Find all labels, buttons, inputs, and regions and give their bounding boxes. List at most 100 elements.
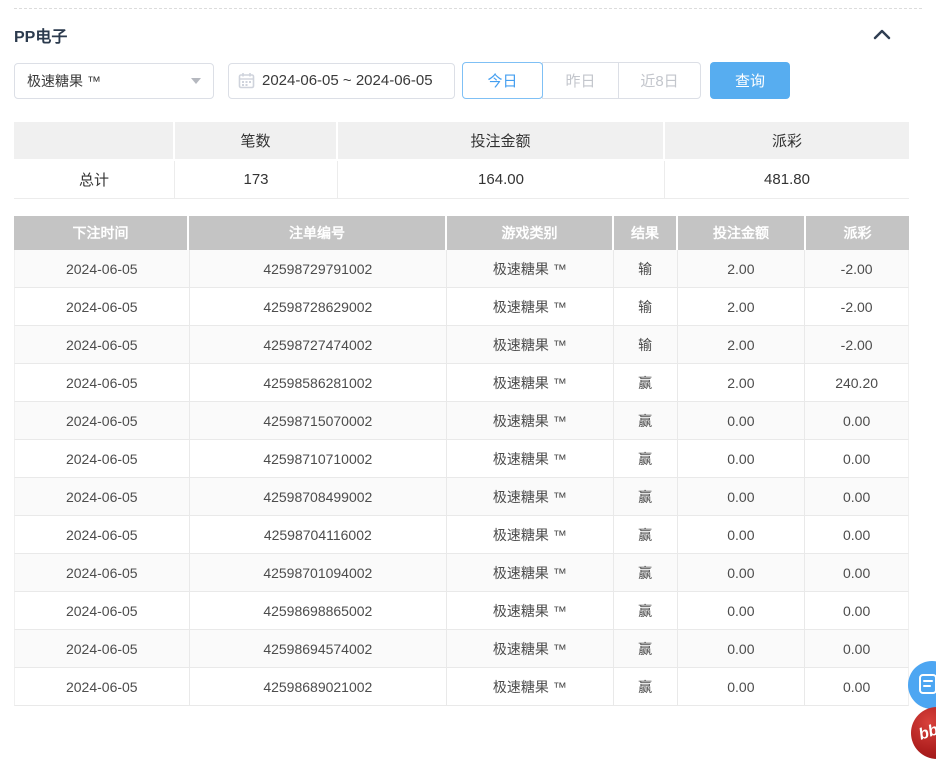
panel-title: PP电子 (14, 23, 67, 47)
game-type-cell: 极速糖果 ™ (447, 668, 614, 705)
bet-id-cell: 42598729791002 (190, 250, 447, 287)
bet-id-cell: 42598715070002 (190, 402, 447, 439)
bet-amount-cell: 0.00 (678, 478, 806, 515)
summary-total-count: 173 (175, 161, 338, 198)
bet-amount-cell: 0.00 (678, 554, 806, 591)
date-range-value: 2024-06-05 ~ 2024-06-05 (262, 72, 433, 89)
bet-id-cell: 42598727474002 (190, 326, 447, 363)
result-cell: 赢 (614, 402, 678, 439)
result-cell: 赢 (614, 668, 678, 705)
bet-time-cell: 2024-06-05 (15, 516, 190, 553)
result-cell: 赢 (614, 478, 678, 515)
game-type-cell: 极速糖果 ™ (447, 440, 614, 477)
bet-records-table: 下注时间 注单编号 游戏类别 结果 投注金额 派彩 2024-06-05 425… (14, 216, 909, 706)
game-type-cell: 极速糖果 ™ (447, 554, 614, 591)
result-cell: 输 (614, 250, 678, 287)
bet-amount-cell: 0.00 (678, 516, 806, 553)
result-cell: 赢 (614, 592, 678, 629)
date-range-picker[interactable]: 2024-06-05 ~ 2024-06-05 (228, 63, 455, 99)
payout-cell: 0.00 (805, 516, 908, 553)
result-cell: 赢 (614, 440, 678, 477)
header-game-type: 游戏类别 (447, 216, 614, 250)
header-result: 结果 (614, 216, 678, 250)
bet-id-cell: 42598710710002 (190, 440, 447, 477)
payout-cell: -2.00 (805, 326, 908, 363)
bet-id-cell: 42598586281002 (190, 364, 447, 401)
summary-table: 笔数 投注金额 派彩 总计 173 164.00 481.80 (14, 122, 909, 199)
bet-time-cell: 2024-06-05 (15, 554, 190, 591)
panel-header: PP电子 (14, 9, 922, 61)
game-type-cell: 极速糖果 ™ (447, 516, 614, 553)
bet-time-cell: 2024-06-05 (15, 250, 190, 287)
table-row: 2024-06-05 42598715070002 极速糖果 ™ 赢 0.00 … (14, 402, 909, 440)
bet-time-cell: 2024-06-05 (15, 440, 190, 477)
bet-time-cell: 2024-06-05 (15, 592, 190, 629)
bet-amount-cell: 2.00 (678, 250, 806, 287)
header-bet-time: 下注时间 (14, 216, 189, 250)
game-select[interactable]: 极速糖果 ™ (14, 63, 214, 99)
last-8-days-button[interactable]: 近8日 (618, 62, 701, 99)
today-button[interactable]: 今日 (462, 62, 543, 99)
bet-amount-cell: 0.00 (678, 402, 806, 439)
summary-total-bet-amount: 164.00 (338, 161, 665, 198)
bet-amount-cell: 0.00 (678, 630, 806, 667)
bet-time-cell: 2024-06-05 (15, 630, 190, 667)
bet-id-cell: 42598704116002 (190, 516, 447, 553)
summary-total-row: 总计 173 164.00 481.80 (14, 161, 909, 199)
game-type-cell: 极速糖果 ™ (447, 288, 614, 325)
collapse-button[interactable] (868, 21, 896, 49)
table-row: 2024-06-05 42598689021002 极速糖果 ™ 赢 0.00 … (14, 668, 909, 706)
header-bet-amount: 投注金额 (678, 216, 806, 250)
table-row: 2024-06-05 42598710710002 极速糖果 ™ 赢 0.00 … (14, 440, 909, 478)
brand-logo-float-button[interactable]: bb (911, 707, 936, 759)
game-type-cell: 极速糖果 ™ (447, 592, 614, 629)
game-type-cell: 极速糖果 ™ (447, 250, 614, 287)
document-icon (918, 673, 936, 698)
table-row: 2024-06-05 42598698865002 极速糖果 ™ 赢 0.00 … (14, 592, 909, 630)
bet-id-cell: 42598698865002 (190, 592, 447, 629)
result-cell: 输 (614, 288, 678, 325)
bet-amount-cell: 2.00 (678, 288, 806, 325)
summary-header-payout: 派彩 (665, 122, 909, 161)
payout-cell: 0.00 (805, 478, 908, 515)
customer-service-float-button[interactable] (908, 661, 936, 709)
calendar-icon (238, 72, 255, 89)
result-cell: 赢 (614, 554, 678, 591)
bet-amount-cell: 2.00 (678, 364, 806, 401)
yesterday-button[interactable]: 昨日 (542, 62, 619, 99)
bet-id-cell: 42598689021002 (190, 668, 447, 705)
result-cell: 输 (614, 326, 678, 363)
result-cell: 赢 (614, 364, 678, 401)
bet-amount-cell: 0.00 (678, 440, 806, 477)
summary-header-row: 笔数 投注金额 派彩 (14, 122, 909, 161)
bet-amount-cell: 2.00 (678, 326, 806, 363)
game-type-cell: 极速糖果 ™ (447, 326, 614, 363)
bet-id-cell: 42598694574002 (190, 630, 447, 667)
summary-header-count: 笔数 (175, 122, 338, 161)
filters-row: 极速糖果 ™ 2024-06-05 ~ 2024-06-05 今日 昨日 近8日… (14, 62, 922, 99)
table-header-row: 下注时间 注单编号 游戏类别 结果 投注金额 派彩 (14, 216, 909, 250)
summary-header-empty (14, 122, 175, 161)
payout-cell: 0.00 (805, 554, 908, 591)
payout-cell: -2.00 (805, 250, 908, 287)
game-type-cell: 极速糖果 ™ (447, 478, 614, 515)
query-button[interactable]: 查询 (710, 62, 790, 99)
bet-time-cell: 2024-06-05 (15, 668, 190, 705)
bet-time-cell: 2024-06-05 (15, 288, 190, 325)
table-row: 2024-06-05 42598729791002 极速糖果 ™ 输 2.00 … (14, 250, 909, 288)
summary-header-bet-amount: 投注金额 (338, 122, 665, 161)
chevron-up-icon (873, 28, 891, 43)
result-cell: 赢 (614, 630, 678, 667)
bet-id-cell: 42598701094002 (190, 554, 447, 591)
table-row: 2024-06-05 42598586281002 极速糖果 ™ 赢 2.00 … (14, 364, 909, 402)
table-row: 2024-06-05 42598728629002 极速糖果 ™ 输 2.00 … (14, 288, 909, 326)
result-cell: 赢 (614, 516, 678, 553)
table-row: 2024-06-05 42598694574002 极速糖果 ™ 赢 0.00 … (14, 630, 909, 668)
table-row: 2024-06-05 42598701094002 极速糖果 ™ 赢 0.00 … (14, 554, 909, 592)
table-row: 2024-06-05 42598704116002 极速糖果 ™ 赢 0.00 … (14, 516, 909, 554)
quick-date-button-group: 今日 昨日 近8日 (462, 62, 701, 99)
brand-logo-text: bb (917, 721, 936, 744)
table-row: 2024-06-05 42598727474002 极速糖果 ™ 输 2.00 … (14, 326, 909, 364)
game-select-value: 极速糖果 ™ (27, 71, 191, 91)
bet-time-cell: 2024-06-05 (15, 364, 190, 401)
